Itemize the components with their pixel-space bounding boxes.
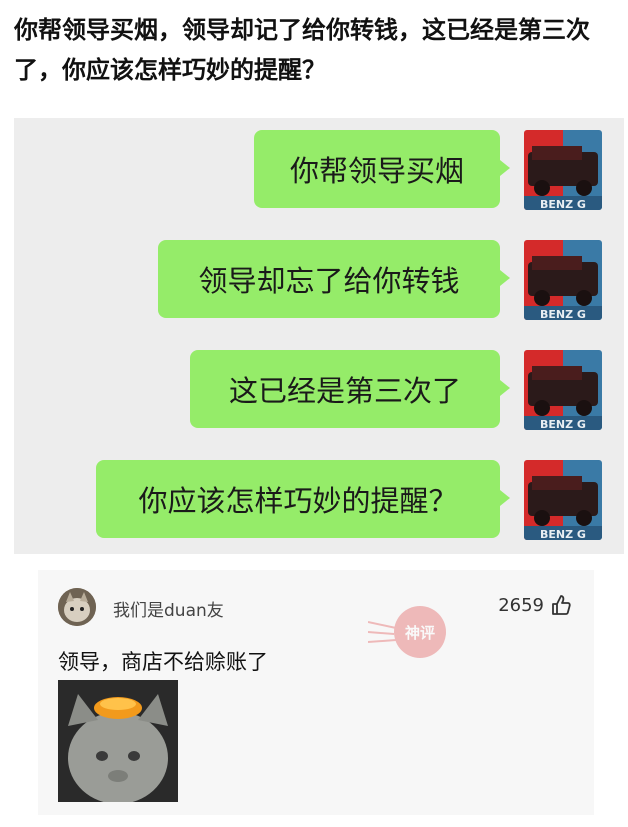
message-bubble[interactable]: 领导却忘了给你转钱 <box>158 240 510 318</box>
benz-g-avatar-icon: BENZ G <box>524 130 602 210</box>
post-title: 你帮领导买烟，领导却记了给你转钱，这已经是第三次了，你应该怎样巧妙的提醒？ <box>14 16 590 84</box>
chat-message: 领导却忘了给你转钱 BENZ G <box>14 228 624 320</box>
stamp-label: 神评 <box>405 624 435 642</box>
message-bubble[interactable]: 你应该怎样巧妙的提醒？ <box>96 460 510 538</box>
sender-avatar[interactable]: BENZ G <box>524 130 602 210</box>
comment-card: 我们是duan友 神评 2659 领导，商店不给赊账了 <box>38 570 594 815</box>
message-bubble[interactable]: 这已经是第三次了 <box>190 350 510 428</box>
like-button[interactable]: 2659 <box>498 594 572 616</box>
cat-meme-image-icon <box>58 680 178 802</box>
chat-screenshot: 你帮领导买烟 BENZ G 领导却忘了给你转钱 BENZ G 这已经是第三次了 … <box>14 118 624 554</box>
avatar-label: BENZ G <box>540 198 586 210</box>
chat-message: 你应该怎样巧妙的提醒？ BENZ G <box>14 448 624 540</box>
sender-avatar[interactable]: BENZ G <box>524 350 602 430</box>
thumbs-up-icon <box>552 595 571 615</box>
commenter-username[interactable]: 我们是duan友 <box>113 596 224 621</box>
avatar-label: BENZ G <box>540 528 586 540</box>
benz-g-avatar-icon: BENZ G <box>524 240 602 320</box>
benz-g-avatar-icon: BENZ G <box>524 460 602 540</box>
chat-message: 这已经是第三次了 BENZ G <box>14 338 624 430</box>
like-count: 2659 <box>498 594 544 616</box>
sender-avatar[interactable]: BENZ G <box>524 240 602 320</box>
sender-avatar[interactable]: BENZ G <box>524 460 602 540</box>
comment-text: 领导，商店不给赊账了 <box>58 650 268 674</box>
avatar-label: BENZ G <box>540 308 586 320</box>
message-bubble[interactable]: 你帮领导买烟 <box>254 130 510 208</box>
avatar-label: BENZ G <box>540 418 586 430</box>
benz-g-avatar-icon: BENZ G <box>524 350 602 430</box>
cat-avatar-icon <box>58 588 96 626</box>
meme-image[interactable] <box>58 680 178 802</box>
hot-comment-stamp-icon: 神评 <box>368 606 446 658</box>
chat-message: 你帮领导买烟 BENZ G <box>14 118 624 210</box>
commenter-avatar[interactable] <box>58 588 96 626</box>
